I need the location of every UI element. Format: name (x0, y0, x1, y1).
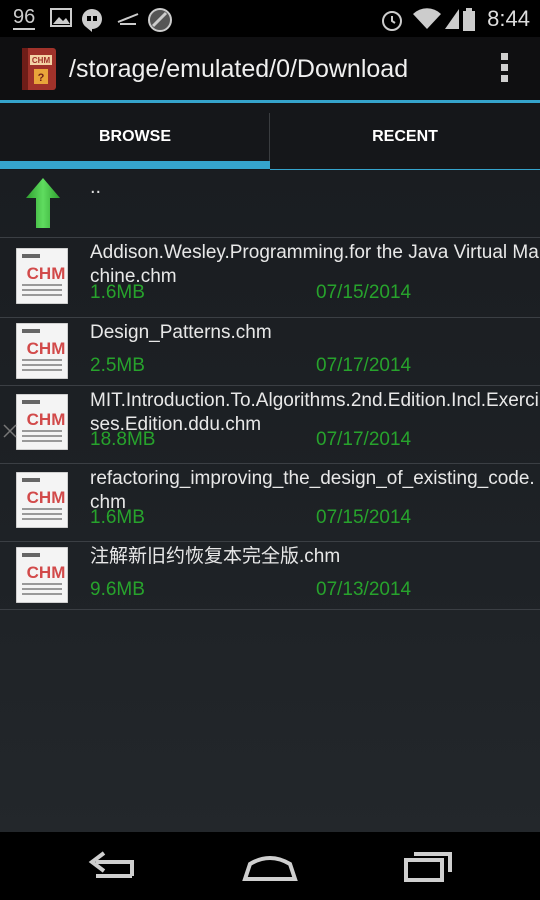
file-name: refactoring_improving_the_design_of_exis… (90, 468, 535, 510)
file-size: 18.8MB (90, 429, 156, 450)
file-date: 07/17/2014 (316, 429, 412, 450)
clock: 8:44 (487, 6, 530, 31)
drag-handle-icon[interactable] (2, 423, 18, 439)
image-icon (50, 8, 72, 27)
hangouts-icon (82, 9, 102, 32)
wifi-icon (413, 8, 441, 29)
tab-recent[interactable]: RECENT (270, 103, 540, 170)
chm-file-icon: CHM (16, 248, 68, 304)
list-item[interactable]: CHM refactoring_improving_the_design_of_… (0, 464, 540, 542)
svg-text:CHM: CHM (27, 410, 66, 429)
file-name: 注解新旧约恢复本完全版.chm (90, 546, 341, 567)
overflow-menu-icon[interactable] (500, 53, 510, 85)
list-item[interactable]: CHM 注解新旧约恢复本完全版.chm 9.6MB 07/13/2014 (0, 542, 540, 610)
tab-selected-indicator (0, 161, 270, 169)
chm-reader-icon[interactable]: CHM ? (20, 46, 58, 92)
svg-text:CHM: CHM (27, 264, 66, 283)
list-item[interactable]: CHM MIT.Introduction.To.Algorithms.2nd.E… (0, 386, 540, 464)
file-date: 07/17/2014 (316, 355, 412, 376)
svg-text:CHM: CHM (27, 339, 66, 358)
file-date: 07/15/2014 (316, 507, 412, 528)
maps-icon (148, 8, 172, 32)
list-item[interactable]: CHM Design_Patterns.chm 2.5MB 07/17/2014 (0, 318, 540, 386)
tab-browse[interactable]: BROWSE (0, 103, 270, 170)
svg-text:CHM: CHM (32, 56, 51, 65)
file-size: 9.6MB (90, 579, 145, 600)
file-name: Design_Patterns.chm (90, 322, 272, 343)
status-bar: 96 8:44 (0, 0, 540, 37)
page-title: /storage/emulated/0/Download (69, 55, 409, 83)
chm-file-icon: CHM (16, 394, 68, 450)
chm-file-icon: CHM (16, 547, 68, 603)
parent-directory-label: .. (90, 176, 102, 198)
signal-icon (445, 9, 459, 29)
battery-icon (463, 8, 475, 31)
file-size: 1.6MB (90, 507, 145, 528)
action-bar: CHM ? /storage/emulated/0/Download (0, 37, 540, 100)
recent-apps-icon[interactable] (398, 846, 458, 886)
parent-directory-row[interactable]: .. (0, 170, 540, 238)
list-item[interactable]: CHM Addison.Wesley.Programming.for the J… (0, 238, 540, 318)
navigation-bar (0, 832, 540, 900)
alarm-icon (382, 11, 402, 31)
muted-icon (117, 13, 139, 25)
file-list: .. CHM Addison.Wesley.Programming.for th… (0, 170, 540, 832)
file-size: 2.5MB (90, 355, 145, 376)
tab-bar: BROWSE RECENT (0, 103, 540, 170)
home-icon[interactable] (240, 846, 300, 886)
chm-file-icon: CHM (16, 323, 68, 379)
svg-text:CHM: CHM (27, 488, 66, 507)
file-name: Addison.Wesley.Programming.for the Java … (90, 242, 539, 284)
file-date: 07/15/2014 (316, 282, 412, 303)
file-name: MIT.Introduction.To.Algorithms.2nd.Editi… (90, 390, 539, 432)
svg-text:CHM: CHM (27, 563, 66, 582)
file-size: 1.6MB (90, 282, 145, 303)
file-date: 07/13/2014 (316, 579, 412, 600)
up-arrow-icon (26, 178, 60, 228)
back-icon[interactable] (82, 846, 142, 886)
notification-count: 96 (13, 6, 36, 30)
svg-text:?: ? (38, 72, 45, 84)
chm-file-icon: CHM (16, 472, 68, 528)
